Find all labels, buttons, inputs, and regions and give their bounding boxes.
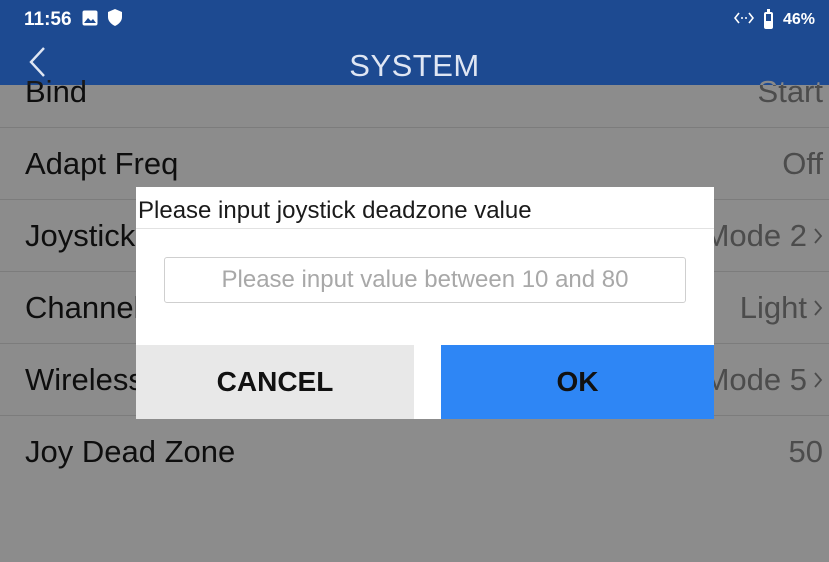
cancel-button[interactable]: CANCEL bbox=[136, 345, 414, 419]
ok-button[interactable]: OK bbox=[441, 345, 714, 419]
battery-percent: 46% bbox=[782, 11, 815, 28]
deadzone-dialog: Please input joystick deadzone value CAN… bbox=[136, 187, 714, 419]
status-bar: 11:56 46% bbox=[0, 0, 829, 40]
shield-icon bbox=[107, 9, 122, 31]
status-time: 11:56 bbox=[24, 9, 72, 30]
dialog-divider bbox=[136, 228, 714, 229]
data-transfer-icon bbox=[733, 11, 754, 29]
battery-icon bbox=[763, 8, 773, 29]
dialog-title: Please input joystick deadzone value bbox=[138, 197, 532, 224]
image-icon bbox=[82, 10, 98, 31]
deadzone-input[interactable] bbox=[164, 257, 686, 303]
